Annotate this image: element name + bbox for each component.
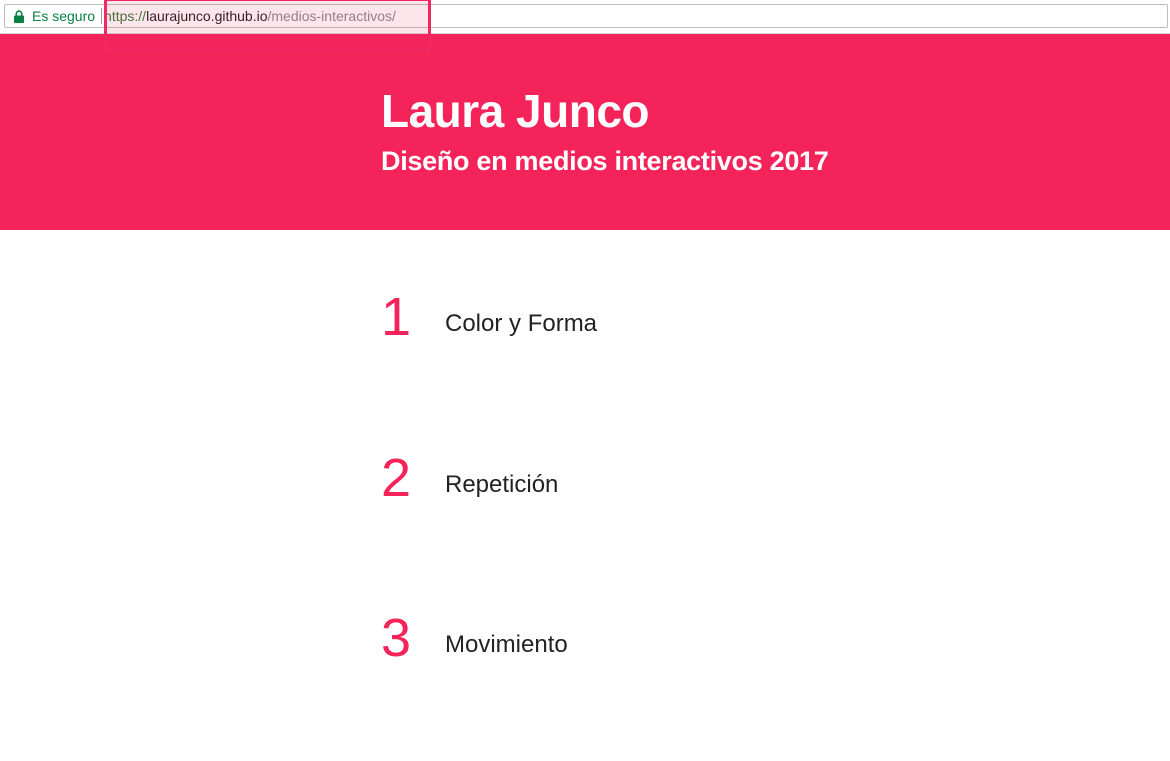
project-link-1[interactable]: 1 Color y Forma — [381, 290, 597, 344]
project-link-3[interactable]: 3 Movimiento — [381, 611, 568, 665]
browser-address-bar: Es seguro https://laurajunco.github.io/m… — [0, 0, 1170, 34]
project-title: Movimiento — [445, 631, 568, 658]
project-number: 1 — [381, 287, 412, 347]
url-scheme: https:// — [104, 8, 147, 24]
lock-icon — [14, 9, 24, 23]
url-text[interactable]: https://laurajunco.github.io/medios-inte… — [104, 8, 396, 24]
url-bar[interactable]: Es seguro https://laurajunco.github.io/m… — [4, 4, 1168, 28]
project-link-2[interactable]: 2 Repetición — [381, 451, 558, 505]
secure-label: Es seguro — [32, 8, 96, 24]
url-host: laurajunco.github.io — [146, 8, 268, 24]
project-number: 3 — [381, 608, 412, 668]
security-indicator[interactable]: Es seguro — [5, 8, 101, 24]
project-title: Repetición — [445, 471, 559, 498]
page-subtitle: Diseño en medios interactivos 2017 — [381, 146, 829, 176]
project-number: 2 — [381, 448, 412, 508]
project-title: Color y Forma — [445, 310, 598, 337]
page-title: Laura Junco — [381, 85, 650, 137]
address-separator — [101, 8, 103, 24]
url-path: /medios-interactivos/ — [267, 8, 396, 24]
